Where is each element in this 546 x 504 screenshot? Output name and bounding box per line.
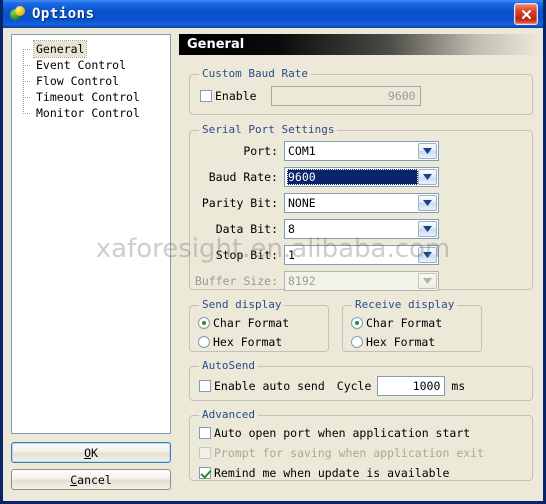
cancel-button-label: ancel [77,472,112,487]
serial-port-settings-group-title: Serial Port Settings [199,123,338,136]
custom-baud-rate-value: 9600 [387,89,416,103]
sidebar-item-general[interactable]: General [12,40,170,58]
send-display-hex-format-radio[interactable]: Hex Format [198,335,282,349]
chevron-down-icon [418,169,437,185]
parity-bit-combobox[interactable]: NONE [284,193,439,213]
checkbox-box [199,427,211,439]
close-button[interactable] [514,3,538,25]
port-label: Port: [243,144,278,158]
sidebar-item-label: Flow Control [36,74,120,88]
category-tree: General Event Control Flow Control Timeo… [12,35,170,121]
advanced-group-title: Advanced [199,408,258,421]
settings-panel: General Custom Baud Rate Enable 9600 Ser… [179,34,539,497]
auto-send-cycle-input[interactable]: 1000 [377,376,446,396]
sidebar-item-label: Monitor Control [36,106,140,120]
custom-baud-rate-input[interactable]: 9600 [270,86,421,106]
advanced-prompt-saving-checkbox: Prompt for saving when application exit [199,446,484,460]
send-display-hex-format-label: Hex Format [213,335,283,349]
auto-send-cycle-value: 1000 [412,379,441,393]
radio-circle [198,336,210,348]
receive-display-group-title: Receive display [352,298,458,311]
checkbox-box [200,90,212,102]
auto-send-enable-label: Enable auto send [214,379,325,393]
title-bar[interactable]: Options [3,0,543,28]
receive-display-hex-format-radio[interactable]: Hex Format [351,335,435,349]
sidebar-item-event-control[interactable]: Event Control [12,57,170,73]
advanced-group: Advanced Auto open port when application… [189,408,533,481]
data-bit-combobox[interactable]: 8 [284,219,439,239]
advanced-auto-open-port-label: Auto open port when application start [214,426,471,440]
baud-rate-label: Baud Rate: [208,170,278,184]
checkbox-box [199,380,211,392]
options-gear-icon [9,5,27,23]
sidebar-item-flow-control[interactable]: Flow Control [12,73,170,89]
radio-circle [198,317,210,329]
cancel-button[interactable]: Cancel [11,469,171,490]
data-bit-value: 8 [288,222,295,236]
ok-button-label: K [91,445,98,460]
receive-display-char-format-label: Char Format [366,316,443,330]
parity-bit-value: NONE [288,196,316,210]
receive-display-group: Receive display Char Format Hex Format [342,298,482,352]
custom-baud-rate-enable-checkbox[interactable]: Enable [200,89,257,103]
sidebar-item-label: Event Control [36,58,127,72]
window-title: Options [32,6,95,22]
page-title: General [187,37,245,52]
page-title-banner: General [179,34,539,55]
data-bit-label: Data Bit: [215,222,278,236]
send-display-group-title: Send display [199,298,285,311]
advanced-remind-update-checkbox[interactable]: Remind me when update is available [199,466,449,480]
dialog-content: General Event Control Flow Control Timeo… [3,28,543,501]
stop-bit-label: Stop Bit: [215,248,278,262]
close-icon [521,9,531,19]
checkbox-box [199,467,211,479]
auto-send-cycle-label: Cycle [336,379,372,393]
send-display-char-format-label: Char Format [213,316,290,330]
ok-button-mnemonic: O [84,445,91,460]
receive-display-hex-format-label: Hex Format [366,335,436,349]
baud-rate-value-wrap: 9600 [285,168,418,186]
cancel-button-mnemonic: C [70,472,78,487]
receive-display-char-format-radio[interactable]: Char Format [351,316,442,330]
baud-rate-value: 9600 [287,169,418,185]
stop-bit-value: 1 [288,248,295,262]
auto-send-group-title: AutoSend [199,359,258,372]
send-display-group: Send display Char Format Hex Format [189,298,329,352]
auto-send-unit-label: ms [451,379,466,393]
custom-baud-rate-group: Custom Baud Rate Enable 9600 [189,67,533,115]
baud-rate-combobox[interactable]: 9600 [284,167,439,187]
sidebar-item-timeout-control[interactable]: Timeout Control [12,89,170,105]
buffer-size-combobox[interactable]: 8192 [284,271,439,291]
ok-button[interactable]: OK [11,442,171,463]
radio-circle [351,317,363,329]
options-dialog-window: Options General Event Control Flow Contr… [0,0,546,504]
buffer-size-label: Buffer Size: [194,274,278,288]
auto-send-group: AutoSend Enable auto send Cycle 1000 ms [189,359,533,401]
custom-baud-rate-group-title: Custom Baud Rate [199,67,311,80]
stop-bit-combobox[interactable]: 1 [284,245,439,265]
auto-send-enable-checkbox[interactable]: Enable auto send [199,379,325,393]
send-display-char-format-radio[interactable]: Char Format [198,316,289,330]
chevron-down-icon [418,247,437,263]
custom-baud-rate-enable-label: Enable [215,89,257,103]
checkbox-box [199,447,211,459]
radio-circle [351,336,363,348]
port-value: COM1 [288,144,316,158]
sidebar-item-monitor-control[interactable]: Monitor Control [12,105,170,121]
sidebar-item-label: Timeout Control [36,90,140,104]
parity-bit-label: Parity Bit: [201,196,278,210]
sidebar-item-label: General [32,40,88,58]
serial-port-settings-group: Serial Port Settings Port: COM1 Baud Rat… [189,123,533,291]
advanced-prompt-saving-label: Prompt for saving when application exit [214,446,485,460]
advanced-auto-open-port-checkbox[interactable]: Auto open port when application start [199,426,470,440]
advanced-remind-update-label: Remind me when update is available [214,466,450,480]
chevron-down-icon [418,273,437,289]
chevron-down-icon [418,195,437,211]
port-combobox[interactable]: COM1 [284,141,439,161]
chevron-down-icon [418,221,437,237]
buffer-size-value: 8192 [288,274,316,288]
category-tree-panel: General Event Control Flow Control Timeo… [11,34,171,434]
chevron-down-icon [418,143,437,159]
